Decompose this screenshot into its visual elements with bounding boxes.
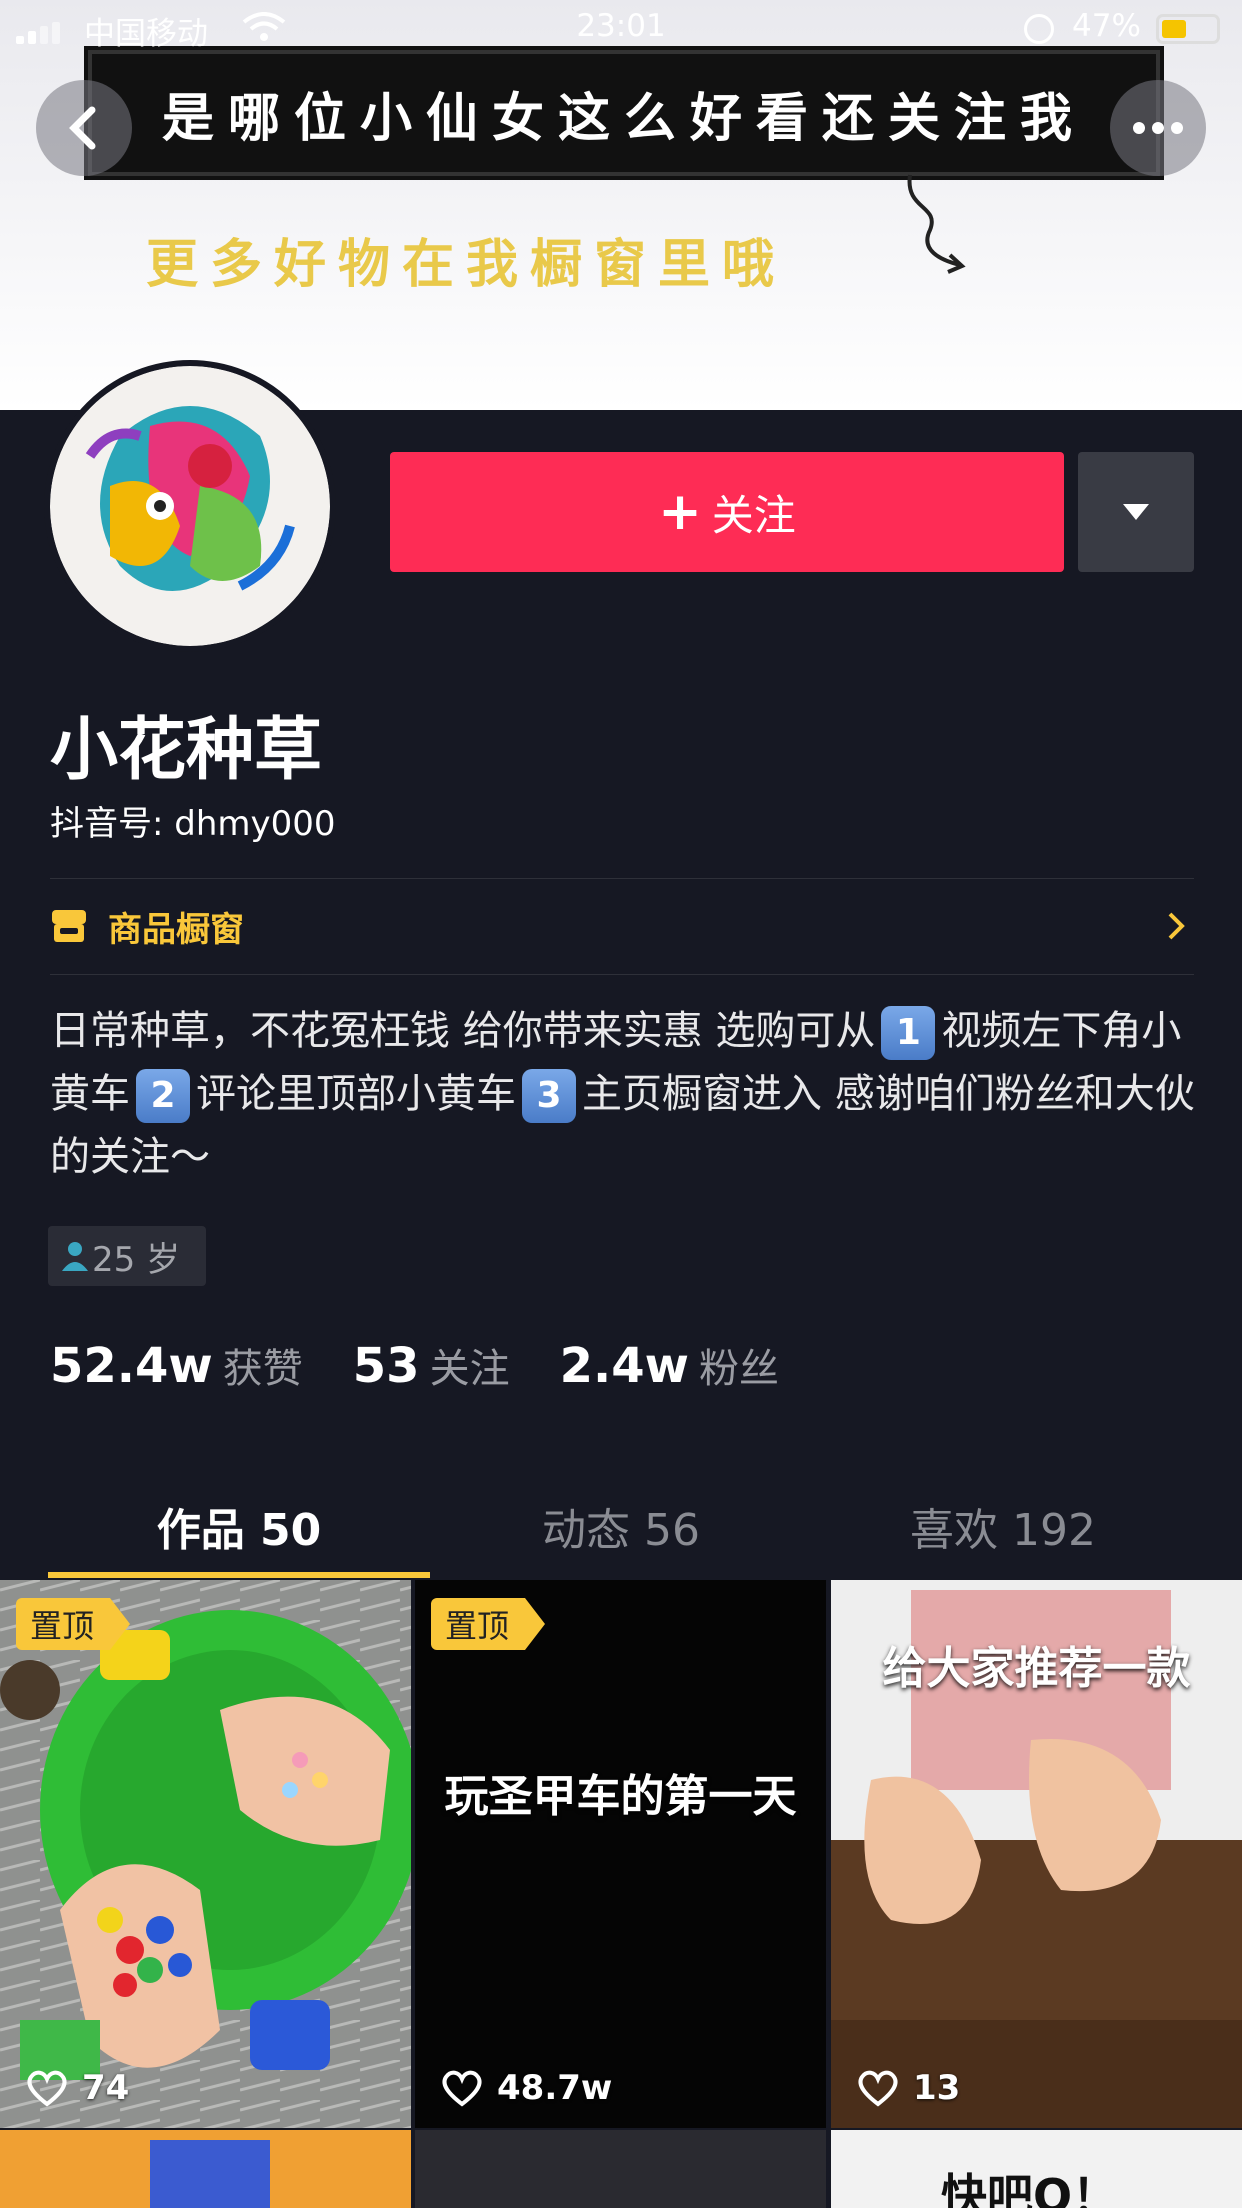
profile-name: 小花种草 xyxy=(50,711,323,790)
stat-label: 粉丝 xyxy=(698,1346,779,1392)
video-thumbnail[interactable]: 给大家推荐一款 13 xyxy=(831,1580,1242,2128)
shop-window-link[interactable]: 商品橱窗 xyxy=(50,878,1194,974)
pinned-badge: 置顶 xyxy=(16,1598,131,1650)
banner-headline: 是哪位小仙女这么好看还关注我 xyxy=(88,50,1160,176)
chevron-left-icon xyxy=(69,106,96,150)
video-thumbnail[interactable] xyxy=(415,2130,826,2208)
video-likes: 74 xyxy=(26,2068,129,2108)
curly-arrow-icon xyxy=(907,174,966,274)
video-caption: 快吧Q！ xyxy=(941,2169,1119,2208)
profile-banner: 是哪位小仙女这么好看还关注我 更多好物在我橱窗里哦 xyxy=(0,0,1242,410)
stat-label: 关注 xyxy=(429,1346,510,1392)
banner-subline: 更多好物在我橱窗里哦 xyxy=(146,234,787,295)
video-grid: 置顶 74 置顶 玩圣甲车的第一天 48.7w 给大家推荐一款 13 xyxy=(0,1580,1242,2208)
age-tag: 25 岁 xyxy=(48,1226,206,1286)
orientation-lock-icon xyxy=(1024,14,1054,44)
likes-count: 48.7w xyxy=(497,2068,613,2108)
douyin-id: 抖音号: dhmy000 xyxy=(50,804,336,844)
age-label: 25 岁 xyxy=(92,1239,181,1280)
likes-count: 13 xyxy=(913,2068,961,2108)
video-thumbnail[interactable]: 置顶 74 xyxy=(0,1580,411,2128)
follow-label: 关注 xyxy=(711,490,796,540)
follow-button[interactable]: + 关注 xyxy=(390,452,1064,572)
battery-percent: 47% xyxy=(1072,8,1141,44)
profile-stats: 52.4w 获赞 53 关注 2.4w 粉丝 xyxy=(50,1336,829,1394)
video-thumbnail[interactable]: 置顶 玩圣甲车的第一天 48.7w xyxy=(415,1580,826,2128)
video-likes: 13 xyxy=(857,2068,960,2108)
video-cover-toys xyxy=(0,1580,411,2128)
number-badge: 1 xyxy=(881,1006,936,1060)
tab-updates[interactable]: 动态 56 xyxy=(430,1470,812,1582)
video-caption: 玩圣甲车的第一天 xyxy=(444,1771,797,1822)
tab-likes[interactable]: 喜欢 192 xyxy=(812,1470,1194,1582)
shop-icon xyxy=(52,910,86,942)
tab-works[interactable]: 作品 50 xyxy=(48,1470,430,1582)
stat-number: 53 xyxy=(352,1338,420,1394)
more-dots-icon xyxy=(1133,122,1183,134)
bio-text: 日常种草，不花冤枉钱 给你带来实惠 选购可从 xyxy=(50,1008,876,1054)
profile-tabs: 作品 50 动态 56 喜欢 192 xyxy=(48,1470,1194,1582)
bio-text: 评论里顶部小黄车 xyxy=(196,1071,516,1117)
stat-likes[interactable]: 52.4w 获赞 xyxy=(50,1336,303,1394)
profile-bio: 日常种草，不花冤枉钱 给你带来实惠 选购可从 1 视频左下角小黄车 2 评论里顶部小黄车… xyxy=(50,1000,1200,1189)
video-caption: 给大家推荐一款 xyxy=(882,1643,1191,1694)
clock: 23:01 xyxy=(576,8,666,44)
chevron-right-icon xyxy=(1168,912,1185,940)
stat-followers[interactable]: 2.4w 粉丝 xyxy=(560,1336,779,1394)
avatar-artwork xyxy=(50,366,330,646)
triangle-down-icon xyxy=(1123,504,1149,520)
heart-icon xyxy=(27,2070,67,2107)
video-thumbnail[interactable] xyxy=(0,2130,411,2208)
likes-count: 74 xyxy=(82,2068,130,2108)
video-cover-partial xyxy=(0,2130,411,2208)
divider xyxy=(50,974,1194,975)
video-likes: 48.7w xyxy=(441,2068,612,2108)
heart-icon xyxy=(442,2070,482,2107)
stat-number: 52.4w xyxy=(50,1338,213,1394)
heart-icon xyxy=(858,2070,898,2107)
stat-label: 获赞 xyxy=(222,1346,303,1392)
back-button[interactable] xyxy=(36,80,132,176)
battery-icon xyxy=(1156,14,1220,44)
number-badge: 2 xyxy=(136,1069,190,1123)
pinned-badge: 置顶 xyxy=(431,1598,546,1650)
stat-number: 2.4w xyxy=(559,1338,689,1394)
plus-icon: + xyxy=(658,482,702,542)
stat-following[interactable]: 53 关注 xyxy=(353,1336,510,1394)
avatar[interactable] xyxy=(44,360,336,652)
more-button[interactable] xyxy=(1110,80,1206,176)
person-icon xyxy=(62,1242,88,1271)
recommend-dropdown-button[interactable] xyxy=(1078,452,1194,572)
video-thumbnail[interactable]: 快吧Q！ xyxy=(831,2130,1242,2208)
status-bar: 中国移动 23:01 47% xyxy=(0,0,1242,56)
shop-window-label: 商品橱窗 xyxy=(108,909,244,950)
number-badge: 3 xyxy=(522,1069,576,1123)
